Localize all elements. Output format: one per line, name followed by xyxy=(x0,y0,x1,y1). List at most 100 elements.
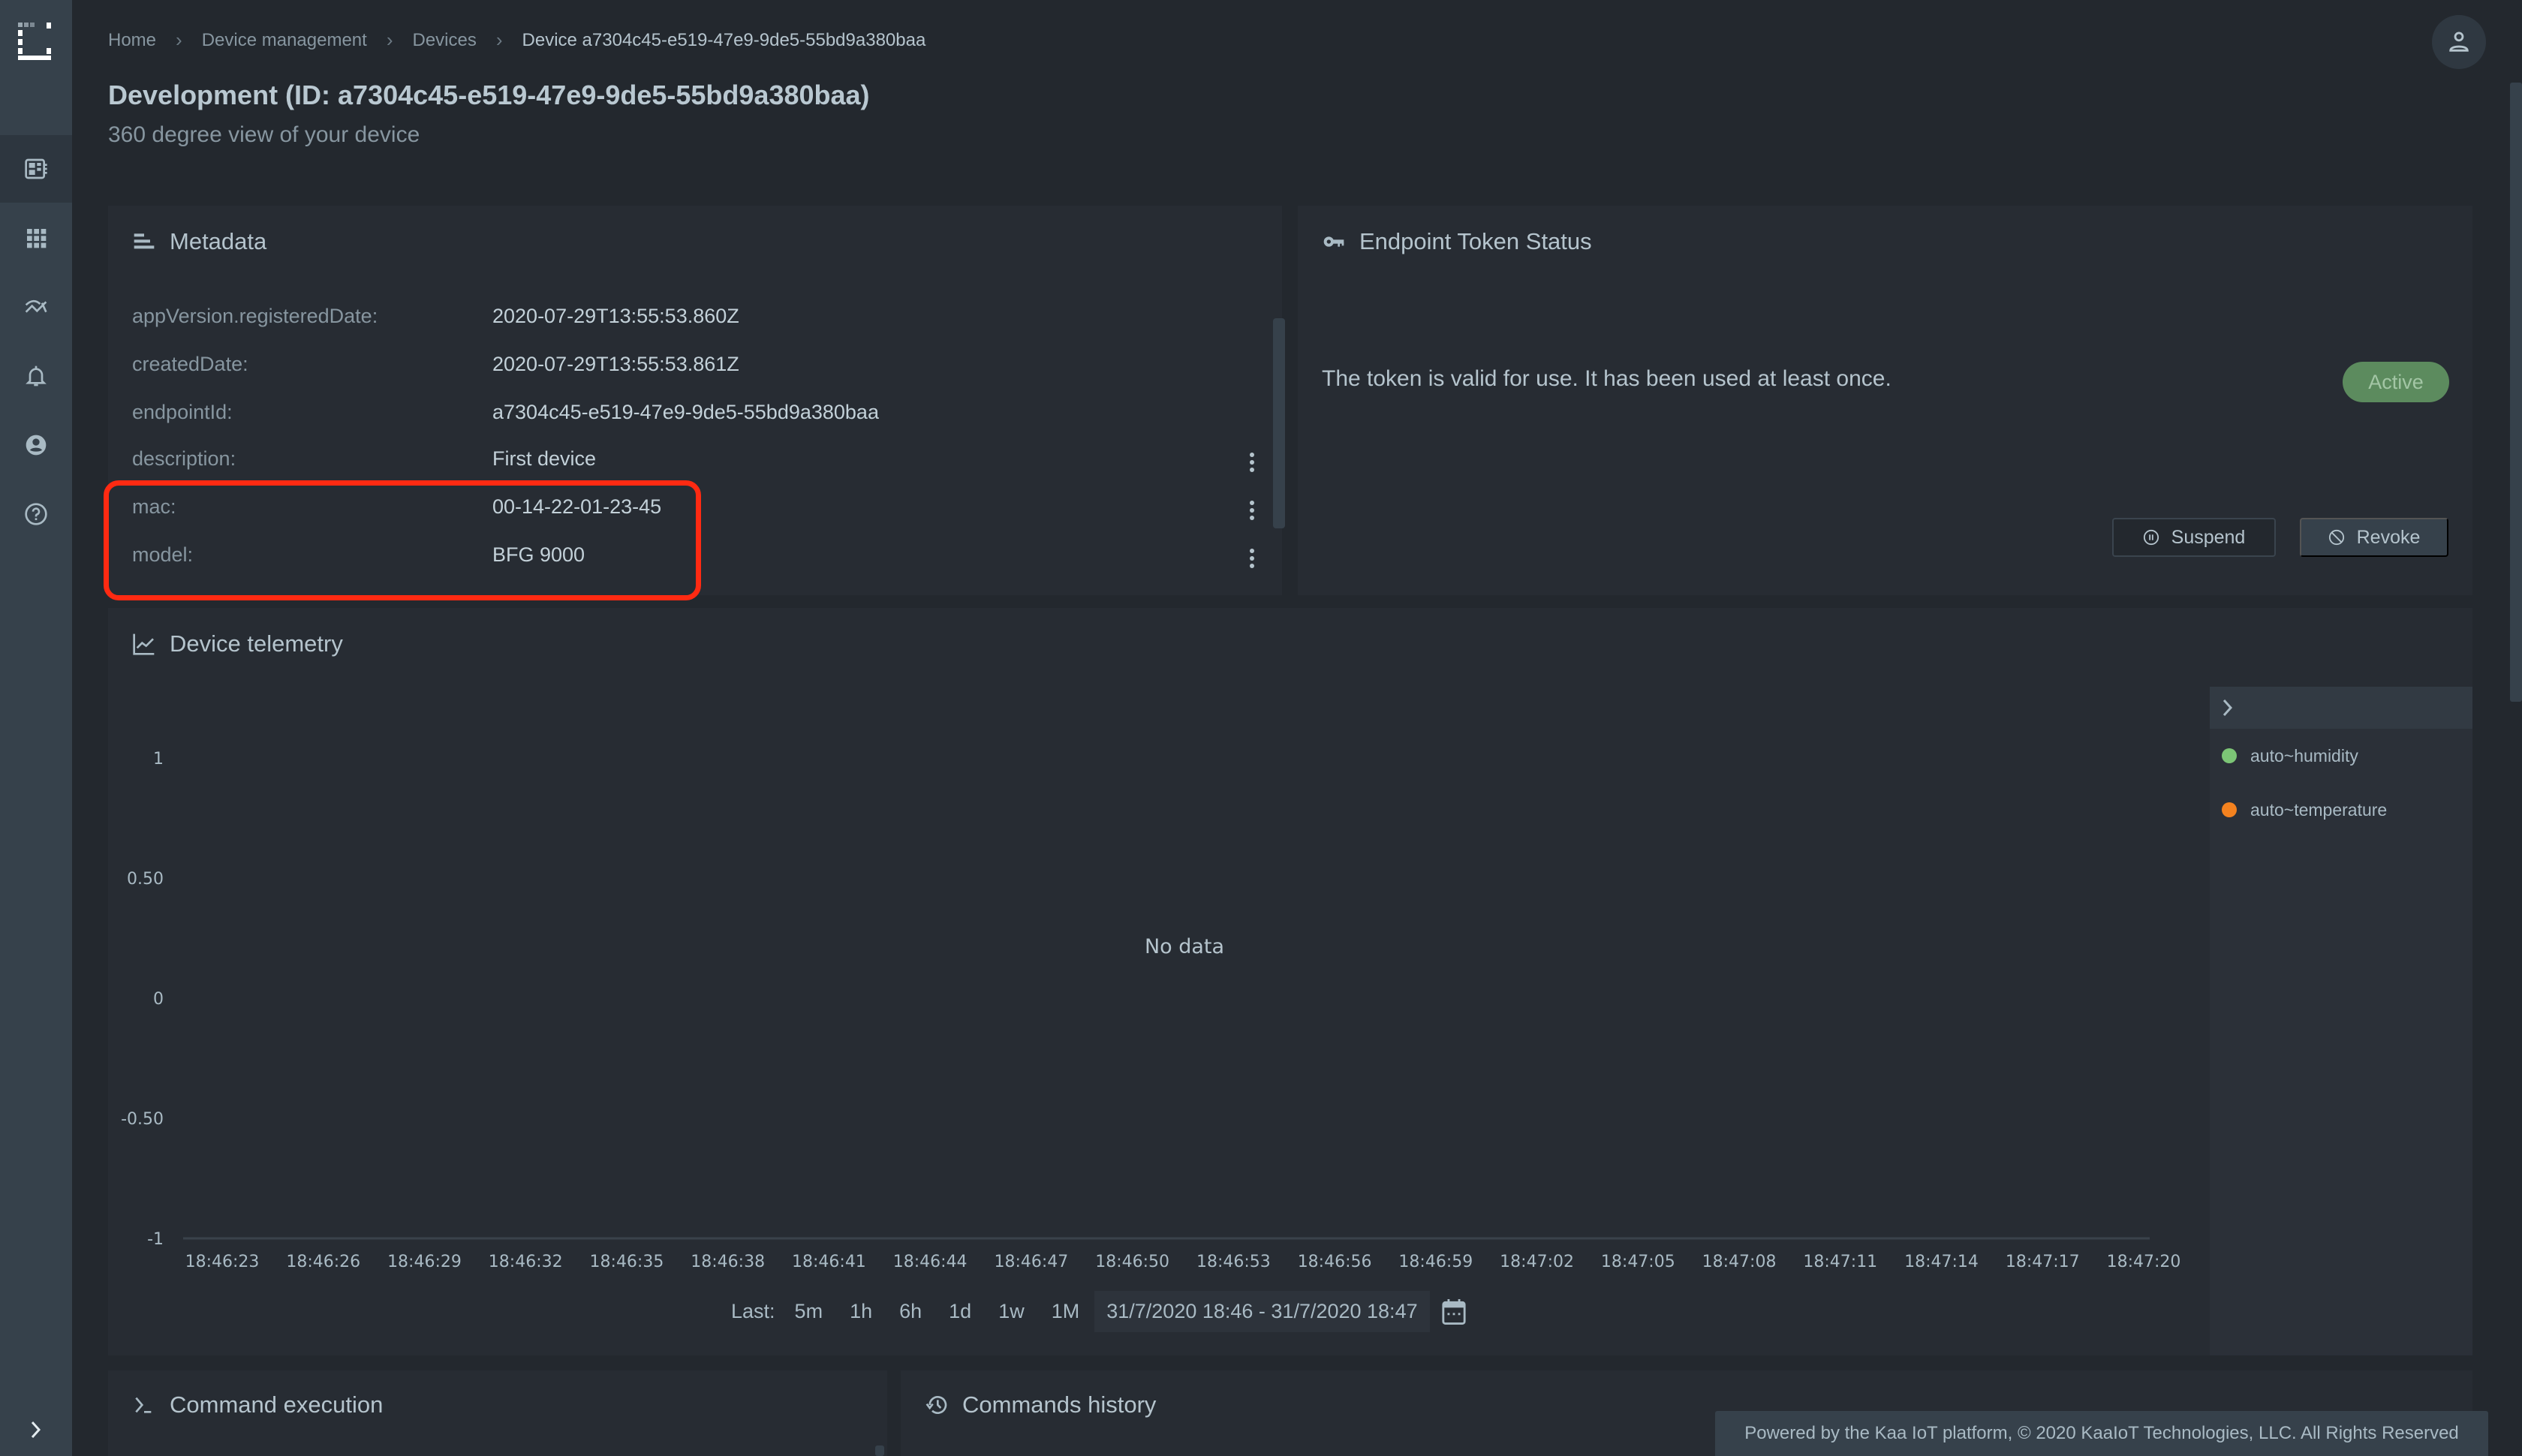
chevron-right-icon xyxy=(2223,699,2233,717)
metadata-key: mac: xyxy=(132,495,176,518)
pause-circle-icon xyxy=(2143,529,2159,546)
x-tick-label: 18:47:14 xyxy=(1904,1253,1979,1271)
metadata-row: endpointId: a7304c45-e519-47e9-9de5-55bd… xyxy=(132,401,1258,431)
sidebar-item-analytics[interactable] xyxy=(0,273,72,341)
sidebar-item-help[interactable] xyxy=(0,480,72,548)
metadata-scrollbar[interactable] xyxy=(1273,318,1285,528)
command-execution-title: Command execution xyxy=(170,1391,384,1418)
y-tick-label: -0.50 xyxy=(121,1110,164,1129)
calendar-icon xyxy=(1442,1298,1466,1325)
token-message: The token is valid for use. It has been … xyxy=(1322,366,1892,391)
sidebar-item-devices[interactable] xyxy=(0,135,72,203)
row-menu-button[interactable] xyxy=(1243,449,1261,476)
suspend-label: Suspend xyxy=(2171,526,2246,548)
metadata-panel: Metadata appVersion.registeredDate: 2020… xyxy=(108,206,1285,595)
commands-history-title: Commands history xyxy=(962,1391,1157,1418)
account-circle-icon xyxy=(26,435,47,456)
device-telemetry-panel: Device telemetry 1 0.50 0 -0.50 -1 18:46:23 18… xyxy=(108,608,2472,1355)
command-execution-scrollbar[interactable] xyxy=(875,1445,884,1456)
metadata-key: model: xyxy=(132,543,194,566)
metadata-value: a7304c45-e519-47e9-9de5-55bd9a380baa xyxy=(492,401,879,423)
metadata-value: 2020-07-29T13:55:53.860Z xyxy=(492,305,739,327)
metadata-value: 00-14-22-01-23-45 xyxy=(492,495,662,518)
x-tick-label: 18:46:44 xyxy=(893,1253,968,1271)
sidebar-item-apps[interactable] xyxy=(0,204,72,272)
metadata-key: description: xyxy=(132,447,236,470)
command-execution-panel: Command execution xyxy=(108,1370,887,1456)
list-icon xyxy=(134,233,155,249)
x-tick-label: 18:47:11 xyxy=(1803,1253,1877,1271)
footer: Powered by the Kaa IoT platform, © 2020 … xyxy=(1715,1411,2488,1456)
y-tick-label: 0 xyxy=(153,990,164,1009)
breadcrumb-separator-icon: › xyxy=(176,29,182,51)
range-1d-button[interactable]: 1d xyxy=(949,1300,971,1323)
user-avatar-button[interactable] xyxy=(2432,15,2486,69)
sidebar-item-account[interactable] xyxy=(0,411,72,479)
sidebar xyxy=(0,0,72,1456)
kaa-logo-icon[interactable] xyxy=(18,23,53,60)
calendar-button[interactable] xyxy=(1440,1297,1467,1327)
x-tick-label: 18:46:26 xyxy=(286,1253,360,1271)
row-menu-button[interactable] xyxy=(1243,545,1261,572)
x-tick-label: 18:46:38 xyxy=(691,1253,765,1271)
metadata-row: createdDate: 2020-07-29T13:55:53.861Z xyxy=(132,353,1258,383)
commands-history-header: Commands history xyxy=(925,1391,1156,1418)
range-1w-button[interactable]: 1w xyxy=(998,1300,1025,1323)
telemetry-chart: 1 0.50 0 -0.50 -1 18:46:23 18:46:26 18:46:29 18:… xyxy=(121,750,2181,1271)
endpoint-token-panel: Endpoint Token Status The token is valid… xyxy=(1298,206,2472,595)
x-tick-label: 18:47:20 xyxy=(2107,1253,2181,1271)
metadata-title: Metadata xyxy=(170,228,267,254)
y-tick-label: 1 xyxy=(153,750,164,769)
legend-item-humidity[interactable]: auto~humidity xyxy=(2210,729,2472,783)
command-execution-header: Command execution xyxy=(132,1391,383,1418)
user-icon xyxy=(2449,32,2469,52)
breadcrumb-home[interactable]: Home xyxy=(108,30,156,51)
sidebar-expand-button[interactable] xyxy=(0,1403,72,1456)
x-tick-label: 18:46:50 xyxy=(1095,1253,1169,1271)
sidebar-item-notifications[interactable] xyxy=(0,342,72,410)
range-1M-button[interactable]: 1M xyxy=(1052,1300,1080,1323)
token-header: Endpoint Token Status xyxy=(1322,228,1592,255)
row-menu-button[interactable] xyxy=(1243,497,1261,524)
x-tick-label: 18:46:53 xyxy=(1196,1253,1271,1271)
revoke-label: Revoke xyxy=(2356,526,2421,548)
y-tick-label: 0.50 xyxy=(127,870,164,889)
x-tick-label: 18:46:47 xyxy=(994,1253,1068,1271)
page-scrollbar[interactable] xyxy=(2510,83,2522,702)
suspend-button[interactable]: Suspend xyxy=(2112,518,2276,557)
more-vertical-icon xyxy=(1250,501,1254,520)
x-tick-label: 18:47:05 xyxy=(1601,1253,1675,1271)
x-tick-label: 18:46:32 xyxy=(489,1253,563,1271)
chevron-right-icon xyxy=(31,1421,41,1439)
help-icon xyxy=(25,503,47,525)
range-6h-button[interactable]: 6h xyxy=(899,1300,922,1323)
revoke-button[interactable]: Revoke xyxy=(2300,518,2448,557)
metadata-row: mac: 00-14-22-01-23-45 xyxy=(132,495,1258,525)
legend-item-temperature[interactable]: auto~temperature xyxy=(2210,783,2472,837)
device-icon xyxy=(25,158,47,179)
metadata-value: First device xyxy=(492,447,597,470)
history-icon xyxy=(925,1396,947,1414)
last-label: Last: xyxy=(731,1300,775,1322)
x-tick-label: 18:46:41 xyxy=(792,1253,866,1271)
metadata-row: description: First device xyxy=(132,447,1258,477)
bell-icon xyxy=(26,366,47,387)
legend-dot-icon xyxy=(2222,802,2237,817)
no-data-label: No data xyxy=(1145,935,1224,958)
x-tick-label: 18:46:29 xyxy=(387,1253,462,1271)
range-5m-button[interactable]: 5m xyxy=(795,1300,823,1323)
legend-collapse-button[interactable] xyxy=(2210,687,2472,729)
breadcrumb-devices[interactable]: Devices xyxy=(413,30,477,51)
metadata-key: appVersion.registeredDate: xyxy=(132,305,378,327)
metadata-key: createdDate: xyxy=(132,353,248,375)
metadata-value: BFG 9000 xyxy=(492,543,585,566)
range-1h-button[interactable]: 1h xyxy=(850,1300,872,1323)
metadata-key: endpointId: xyxy=(132,401,233,423)
token-title: Endpoint Token Status xyxy=(1359,228,1592,254)
metadata-value: 2020-07-29T13:55:53.861Z xyxy=(492,353,739,375)
legend-label: auto~temperature xyxy=(2250,799,2388,820)
breadcrumb-device-management[interactable]: Device management xyxy=(202,30,367,51)
metadata-header: Metadata xyxy=(132,228,266,255)
date-range-input[interactable]: 31/7/2020 18:46 - 31/7/2020 18:47 xyxy=(1094,1291,1430,1332)
key-icon xyxy=(1323,236,1344,247)
